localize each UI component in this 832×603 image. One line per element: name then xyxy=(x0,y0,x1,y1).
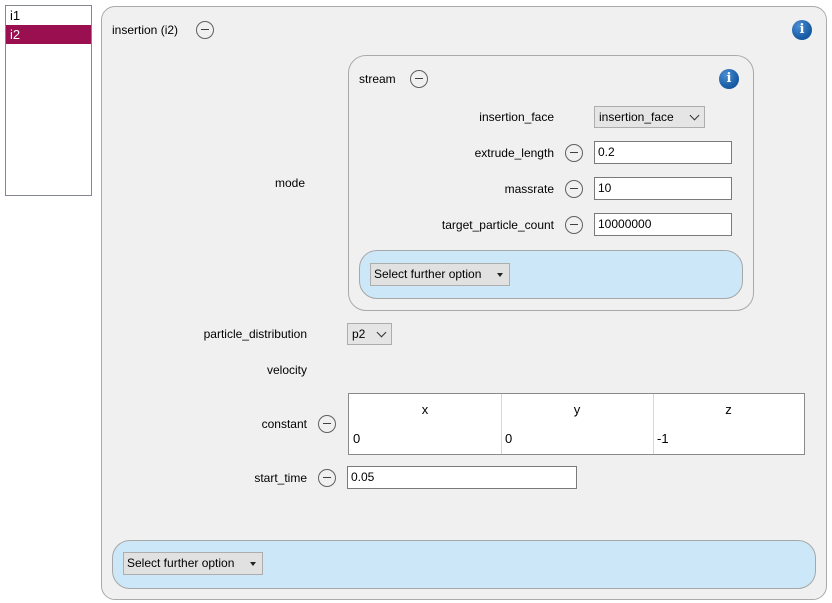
extrude-length-label: extrude_length xyxy=(474,146,554,160)
dropdown-arrow-icon xyxy=(497,273,503,277)
chevron-down-icon xyxy=(376,327,387,338)
particle-distribution-value: p2 xyxy=(352,327,366,341)
target-particle-count-label: target_particle_count xyxy=(441,218,554,232)
select-further-option-button[interactable]: Select further option xyxy=(123,552,263,575)
stream-select-further-option-label: Select further option xyxy=(374,267,482,281)
start-time-input[interactable]: 0.05 xyxy=(347,466,577,489)
insertion-face-label: insertion_face xyxy=(479,110,554,124)
chevron-down-icon xyxy=(689,110,700,121)
insertion-face-value: insertion_face xyxy=(599,110,674,124)
remove-extrude-length-icon[interactable] xyxy=(565,144,583,162)
particle-distribution-label: particle_distribution xyxy=(203,327,307,341)
vector-value-z[interactable]: -1 xyxy=(657,431,669,446)
target-particle-count-input[interactable]: 10000000 xyxy=(594,213,732,236)
vector-col-y[interactable]: y 0 xyxy=(501,394,654,454)
mode-label: mode xyxy=(275,176,306,190)
vector-value-x[interactable]: 0 xyxy=(353,431,360,446)
vector-col-z[interactable]: z -1 xyxy=(653,394,804,454)
velocity-vector-table: x 0 y 0 z -1 xyxy=(348,393,805,455)
extrude-length-input[interactable]: 0.2 xyxy=(594,141,732,164)
vector-header-z: z xyxy=(725,402,732,417)
vector-header-x: x xyxy=(421,402,429,417)
instance-list[interactable]: i1 i2 xyxy=(5,5,92,196)
massrate-label: massrate xyxy=(504,182,554,196)
insertion-title: insertion (i2) xyxy=(112,23,179,37)
velocity-label: velocity xyxy=(266,363,307,377)
remove-stream-icon[interactable] xyxy=(410,70,428,88)
particle-distribution-select[interactable]: p2 xyxy=(347,323,392,345)
list-item-i1[interactable]: i1 xyxy=(6,6,91,25)
select-further-option-label: Select further option xyxy=(127,556,235,570)
info-icon[interactable]: i xyxy=(792,20,812,40)
start-time-label: start_time xyxy=(254,471,307,485)
stream-info-icon[interactable]: i xyxy=(719,69,739,89)
insertion-face-select[interactable]: insertion_face xyxy=(594,106,705,128)
stream-select-further-option-button[interactable]: Select further option xyxy=(370,263,510,286)
remove-massrate-icon[interactable] xyxy=(565,180,583,198)
vector-header-y: y xyxy=(573,402,581,417)
stream-title: stream xyxy=(359,72,396,86)
remove-constant-icon[interactable] xyxy=(318,415,336,433)
vector-col-x[interactable]: x 0 xyxy=(349,394,502,454)
vector-value-y[interactable]: 0 xyxy=(505,431,512,446)
dropdown-arrow-icon xyxy=(250,562,256,566)
remove-target-particle-count-icon[interactable] xyxy=(565,216,583,234)
remove-insertion-icon[interactable] xyxy=(196,21,214,39)
massrate-input[interactable]: 10 xyxy=(594,177,732,200)
remove-start-time-icon[interactable] xyxy=(318,469,336,487)
list-item-i2[interactable]: i2 xyxy=(6,25,91,44)
constant-label: constant xyxy=(261,417,307,431)
